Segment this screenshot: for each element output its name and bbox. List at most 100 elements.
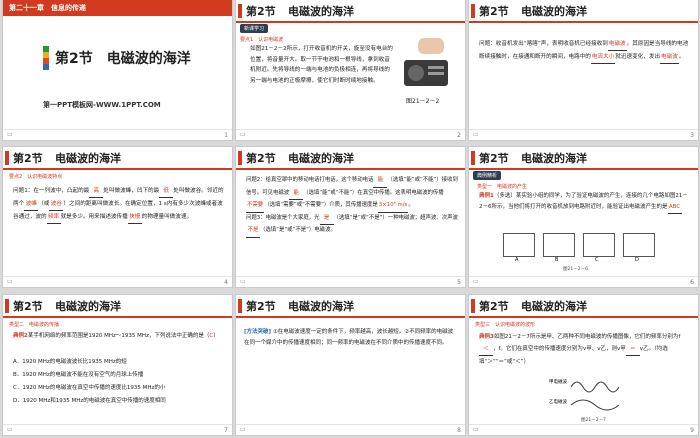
slide-number: 5 bbox=[457, 279, 461, 286]
point-heading: 要点1 认识电磁波 bbox=[240, 37, 284, 43]
answer-blank[interactable]: 电磁波 bbox=[607, 38, 627, 51]
slide-number: 3 bbox=[690, 132, 694, 139]
type-heading: 类型二 电磁波的传播 bbox=[9, 322, 60, 328]
slide-header: 第2节 电磁波的海洋 bbox=[236, 147, 465, 170]
answer-blank[interactable]: ＜ bbox=[479, 343, 493, 356]
answer-blank[interactable]: 电磁波 bbox=[660, 51, 679, 64]
slide-title: 电磁波的海洋 bbox=[521, 5, 587, 18]
answer-blank[interactable]: 低 bbox=[159, 185, 174, 198]
slide-number: 2 bbox=[457, 132, 461, 139]
slide-icon: ▭ bbox=[7, 278, 13, 285]
slide-header: 第2节 电磁波的海洋 bbox=[3, 295, 232, 318]
section-label: 第2节 bbox=[246, 5, 276, 18]
header-accent bbox=[238, 4, 242, 18]
slide-number: 6 bbox=[690, 279, 694, 286]
slide-icon: ▭ bbox=[7, 131, 13, 138]
slide-4[interactable]: 第2节 电磁波的海洋 要点2 认识电磁波特点 问题1：在一列波中，凸起的最高处叫… bbox=[3, 147, 232, 287]
answer-blank[interactable]: 是 bbox=[319, 213, 334, 225]
circuit-label: B bbox=[555, 257, 559, 263]
circuit-label: D bbox=[635, 257, 639, 263]
slide-6[interactable]: 第2节 电磁波的海洋 典例精析 类型一 电磁波的产生 典例1（多选）某实验小组的… bbox=[469, 147, 698, 287]
lesson-tag: 新课学习 bbox=[240, 24, 269, 33]
answer-blank[interactable]: 3×10⁸ m/s bbox=[377, 200, 409, 213]
slide-footer bbox=[3, 276, 232, 287]
slide-footer bbox=[3, 424, 232, 435]
answer-blank[interactable]: 不需要 bbox=[246, 200, 265, 213]
section-label: 第2节 bbox=[13, 152, 43, 165]
slide-icon: ▭ bbox=[473, 426, 479, 433]
slide-number: 4 bbox=[224, 279, 228, 286]
experiment-text: 如图21－2－2所示，打开收音机的开关，旋至没有电台的位置，将音量开大。取一节干… bbox=[250, 46, 393, 84]
answer-blank[interactable]: ＝ bbox=[625, 343, 640, 356]
question-text: 问题1：在一列波中，凸起的最高处叫做波峰，凹下的最低处叫做波谷。邻近的两个波峰（… bbox=[13, 185, 225, 224]
figure-caption: 图21－2－6 bbox=[563, 267, 588, 272]
circuit-a bbox=[503, 233, 535, 257]
slide-title: 电磁波的海洋 bbox=[521, 152, 587, 165]
section-label: 第2节 bbox=[246, 300, 276, 313]
header-accent bbox=[5, 151, 9, 165]
point-heading: 要点2 认识电磁波特点 bbox=[9, 174, 63, 180]
header-accent bbox=[471, 151, 475, 165]
slide-footer bbox=[3, 129, 232, 140]
answer-blank[interactable]: 能 bbox=[289, 188, 304, 200]
slide-title: 电磁波的海洋 bbox=[288, 300, 354, 313]
circuit-label: C bbox=[595, 257, 599, 263]
option-b[interactable]: B．1920 MHz的电磁波不能在没有空气的月球上传播 bbox=[13, 370, 143, 381]
slide-icon: ▭ bbox=[473, 278, 479, 285]
slide-title: 电磁波的海洋 bbox=[288, 5, 354, 18]
slide-footer bbox=[236, 129, 465, 140]
lesson-tag: 典例精析 bbox=[473, 171, 502, 180]
method-note: [方法突破] ①在电磁波速度一定的条件下，频率越高，波长越短。②不同频率的电磁波… bbox=[244, 327, 456, 349]
option-d[interactable]: D．1920 MHz和1935 MHz的电磁波在真空中传播的速度相同 bbox=[13, 396, 166, 407]
chapter-title: 第二十一章 信息的传递 bbox=[9, 4, 86, 12]
radio-figure bbox=[404, 60, 448, 86]
slide-7[interactable]: 第2节 电磁波的海洋 类型二 电磁波的传播 典例2某手机网络的频率范围是1920… bbox=[3, 295, 232, 435]
type-heading: 类型一 电磁波的产生 bbox=[477, 184, 528, 190]
answer-blank[interactable]: ABC bbox=[667, 202, 682, 214]
hand-battery-figure bbox=[418, 38, 444, 54]
answer-blank[interactable]: 高 bbox=[89, 185, 104, 198]
answer-blank[interactable]: 波峰 bbox=[24, 198, 39, 211]
example-text: 典例2某手机网络的频率范围是1920 MHz～1935 MHz，下列说法中正确的… bbox=[13, 333, 219, 339]
circuit-label: A bbox=[515, 257, 519, 263]
answer-blank[interactable]: 不是 bbox=[246, 225, 260, 238]
slide-number: 1 bbox=[224, 132, 228, 139]
header-accent bbox=[238, 151, 242, 165]
option-a[interactable]: A．1920 MHz的电磁波波长比1935 MHz的短 bbox=[13, 357, 127, 368]
slide-number: 9 bbox=[690, 427, 694, 434]
slide-footer bbox=[469, 424, 698, 435]
slide-5[interactable]: 第2节 电磁波的海洋 问题2：给真空罩中的移动电话打电话，这个移动电话能（选填“… bbox=[236, 147, 465, 287]
slide-1[interactable]: 第二十一章 信息的传递 第2节 电磁波的海洋 第一PPT模板网-WWW.1PPT… bbox=[3, 0, 232, 140]
slide-header: 第2节 电磁波的海洋 bbox=[469, 147, 698, 170]
slide-header: 第2节 电磁波的海洋 bbox=[469, 295, 698, 318]
answer-blank[interactable]: 电流大小 bbox=[590, 51, 616, 64]
slide-3[interactable]: 第2节 电磁波的海洋 问题：收音机发出“喀喀”声，表明收音机已经接收到电磁波。其… bbox=[469, 0, 698, 140]
slide-9[interactable]: 第2节 电磁波的海洋 类型三 认识电磁波的波形 典例3如图21－2－7所示是甲、… bbox=[469, 295, 698, 435]
answer-blank[interactable]: 快慢 bbox=[127, 211, 142, 224]
slide-title: 电磁波的海洋 bbox=[55, 300, 121, 313]
slide-2[interactable]: 第2节 电磁波的海洋 新课学习 要点1 认识电磁波 如图21－2－2所示，打开收… bbox=[236, 0, 465, 140]
slide-icon: ▭ bbox=[240, 426, 246, 433]
answer-blank[interactable]: 波谷 bbox=[49, 198, 64, 211]
slide-header: 第2节 电磁波的海洋 bbox=[236, 295, 465, 318]
slide-footer bbox=[236, 276, 465, 287]
example-text: 典例3如图21－2－7所示是甲、乙两种不同电磁波的传播图像，它们的频率分别为f＜… bbox=[479, 334, 681, 365]
answer-blank[interactable]: 能 bbox=[373, 175, 388, 188]
slide-footer bbox=[236, 424, 465, 435]
circuit-d bbox=[623, 233, 655, 257]
slide-number: 7 bbox=[224, 427, 228, 434]
note-label: [方法突破] bbox=[244, 329, 272, 335]
slide-header: 第2节 电磁波的海洋 bbox=[3, 147, 232, 170]
slide-number: 8 bbox=[457, 427, 461, 434]
logo-blocks bbox=[43, 46, 49, 70]
section-label: 第2节 bbox=[246, 152, 276, 165]
option-c[interactable]: C．1920 MHz的电磁波在真空中传播的速度比1935 MHz的小 bbox=[13, 383, 165, 394]
answer-blank[interactable]: 频率 bbox=[46, 211, 61, 224]
figure-caption: 图21－2－7 bbox=[581, 418, 606, 423]
example-text: 典例1（多选）某实验小组的同学，为了验证电磁波的产生，连接的几个电路如图21－2… bbox=[479, 191, 691, 214]
header-accent bbox=[5, 299, 9, 313]
slide-icon: ▭ bbox=[473, 131, 479, 138]
slide-8[interactable]: 第2节 电磁波的海洋 [方法突破] ①在电磁波速度一定的条件下，频率越高，波长越… bbox=[236, 295, 465, 435]
circuit-c bbox=[583, 233, 615, 257]
slide-icon: ▭ bbox=[240, 278, 246, 285]
